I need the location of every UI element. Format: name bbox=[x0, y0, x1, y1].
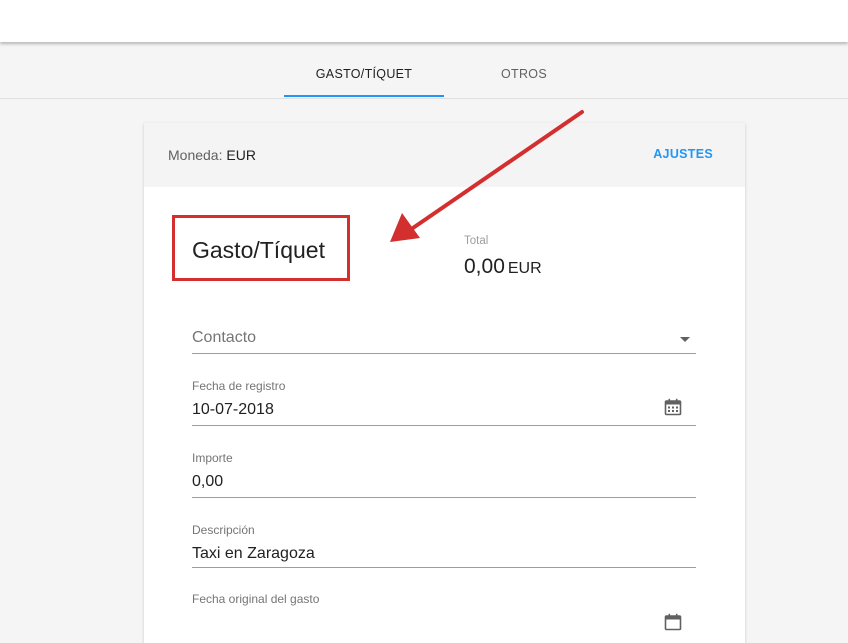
total-amount: 0,00 EUR bbox=[464, 255, 542, 279]
currency-value: EUR bbox=[226, 147, 256, 163]
amount-underline bbox=[192, 497, 696, 498]
calendar-icon[interactable] bbox=[664, 613, 682, 631]
expense-card: Moneda: EUR AJUSTES Gasto/Tíquet Total 0… bbox=[144, 123, 745, 643]
document-title: Gasto/Tíquet bbox=[192, 237, 325, 263]
registration-date-label: Fecha de registro bbox=[192, 379, 286, 393]
contact-placeholder: Contacto bbox=[192, 329, 257, 346]
contact-underline bbox=[192, 353, 696, 354]
tab-bar: GASTO/TÍQUET OTROS bbox=[0, 44, 848, 99]
top-app-bar bbox=[0, 0, 848, 42]
amount-value[interactable]: 0,00 bbox=[192, 473, 223, 491]
description-label: Descripción bbox=[192, 523, 255, 537]
total-value: 0,00 bbox=[464, 255, 505, 278]
calendar-icon[interactable] bbox=[664, 398, 682, 416]
registration-date-value[interactable]: 10-07-2018 bbox=[192, 401, 274, 419]
description-underline bbox=[192, 567, 696, 568]
tab-gasto-tiquet[interactable]: GASTO/TÍQUET bbox=[284, 44, 444, 98]
original-date-field[interactable]: Fecha original del gasto bbox=[192, 592, 696, 632]
tab-otros[interactable]: OTROS bbox=[444, 44, 604, 98]
description-field[interactable]: Descripción Taxi en Zaragoza bbox=[192, 523, 696, 571]
amount-label: Importe bbox=[192, 451, 233, 465]
amount-field[interactable]: Importe 0,00 bbox=[192, 451, 696, 499]
currency-label: Moneda: bbox=[168, 147, 223, 163]
active-tab-indicator bbox=[284, 95, 444, 97]
description-value[interactable]: Taxi en Zaragoza bbox=[192, 545, 315, 563]
dropdown-caret-icon[interactable] bbox=[680, 337, 690, 342]
contact-select[interactable]: Contacto bbox=[192, 323, 696, 355]
settings-button[interactable]: AJUSTES bbox=[653, 147, 713, 161]
registration-date-field[interactable]: Fecha de registro 10-07-2018 bbox=[192, 379, 696, 427]
registration-date-underline bbox=[192, 425, 696, 426]
currency-info: Moneda: EUR bbox=[168, 147, 256, 163]
total-currency: EUR bbox=[507, 260, 542, 277]
original-date-label: Fecha original del gasto bbox=[192, 592, 320, 606]
total-label: Total bbox=[464, 235, 489, 247]
card-header: Moneda: EUR AJUSTES bbox=[144, 123, 745, 187]
